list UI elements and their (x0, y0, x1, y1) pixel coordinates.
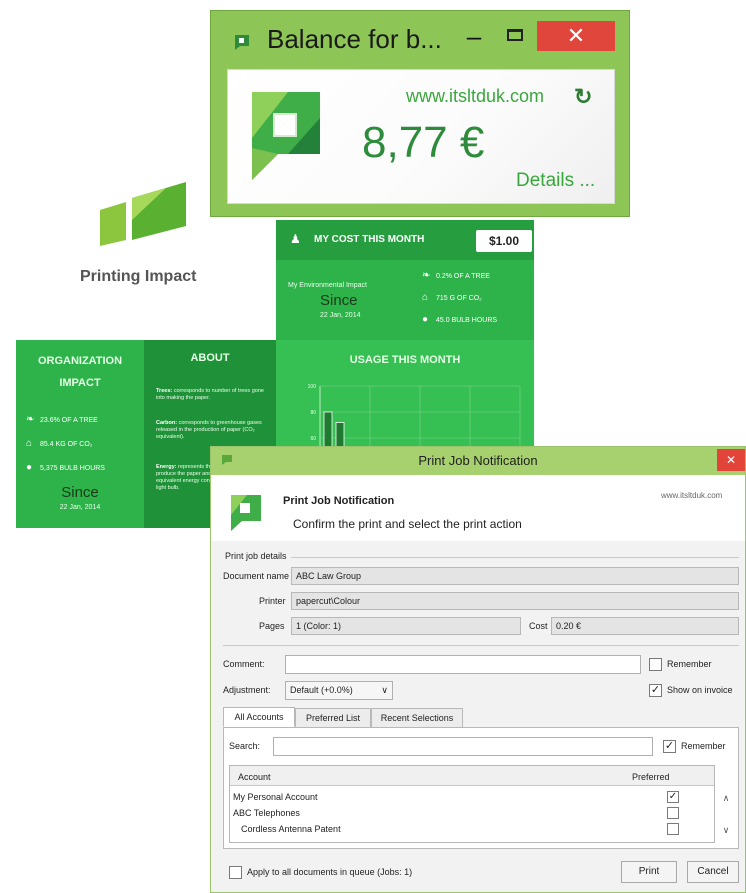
adjustment-value: Default (+0.0%) (290, 685, 353, 695)
bulb-icon: ● (422, 314, 429, 325)
comment-remember-checkbox[interactable] (649, 658, 662, 671)
org-since: Since (61, 484, 99, 501)
tab-all-accounts[interactable]: All Accounts (223, 707, 295, 727)
table-row[interactable]: Cordless Antenna Patent (241, 824, 341, 834)
print-button[interactable]: Print (621, 861, 677, 883)
printer-field: papercut\Colour (291, 592, 739, 610)
tab-recent-selections[interactable]: Recent Selections (371, 708, 463, 728)
pages-field: 1 (Color: 1) (291, 617, 521, 635)
balance-titlebar[interactable]: Balance for b... – ✕ (211, 11, 629, 69)
organization-impact-title: ORGANIZATION IMPACT (37, 355, 123, 389)
header-url[interactable]: www.itsltduk.com (661, 491, 722, 500)
printer-label: Printer (259, 596, 286, 606)
adjustment-label: Adjustment: (223, 685, 271, 695)
leaf-icon: ❧ (422, 270, 431, 281)
window-title: Balance for b... (267, 24, 442, 54)
dialog-title: Print Job Notification (418, 453, 538, 468)
column-account[interactable]: Account (238, 772, 271, 782)
y-tick-label: 60 (310, 436, 316, 442)
my-cost-panel: ♟ MY COST THIS MONTH $1.00 My Environmen… (276, 220, 534, 340)
about-carbon: Carbon: corresponds to greenhouse gases … (156, 420, 262, 440)
dialog-header: Print Job Notification Confirm the print… (211, 475, 745, 541)
balance-panel: www.itsltduk.com ↻ 8,77 € Details ... (227, 69, 615, 204)
search-remember-checkbox[interactable]: ✓ (663, 740, 676, 753)
pages-label: Pages (259, 621, 285, 631)
maximize-icon[interactable] (499, 23, 533, 49)
print-job-details-label: Print job details (225, 551, 287, 561)
scroll-down-icon[interactable]: ∨ (719, 825, 733, 835)
about-trees: Trees: corresponds to number of trees go… (156, 388, 264, 401)
y-tick-label: 100 (308, 384, 317, 390)
minimize-icon[interactable]: – (457, 23, 491, 49)
search-input[interactable] (273, 737, 653, 756)
search-label: Search: (229, 741, 261, 751)
balance-amount: 8,77 € (362, 118, 485, 167)
cancel-button[interactable]: Cancel (687, 861, 739, 883)
search-remember-label: Remember (681, 741, 726, 751)
header-title: Print Job Notification (283, 495, 395, 507)
table-header: Account Preferred (230, 766, 714, 786)
divider (223, 645, 739, 646)
table-row[interactable]: My Personal Account (233, 792, 318, 802)
comment-input[interactable] (285, 655, 641, 674)
my-cost-header: ♟ MY COST THIS MONTH $1.00 (276, 220, 534, 260)
env-since: Since (320, 292, 358, 309)
usage-title: USAGE THIS MONTH (349, 354, 461, 366)
app-logo-icon (231, 495, 261, 531)
env-impact-label: My Environmental Impact (288, 282, 367, 289)
cost-field: 0.20 € (551, 617, 739, 635)
printing-impact-logo (100, 182, 186, 246)
comment-remember-label: Remember (667, 659, 712, 669)
org-since-date: 22 Jan, 2014 (59, 504, 101, 511)
close-icon[interactable]: ✕ (717, 449, 745, 471)
user-icon: ♟ (290, 232, 301, 246)
bulb-icon: ● (26, 462, 33, 473)
document-name-field: ABC Law Group (291, 567, 739, 585)
preferred-checkbox[interactable]: ✓ (667, 791, 679, 803)
org-co2-stat: ⌂ 85.4 KG OF CO₂ (26, 438, 93, 449)
comment-label: Comment: (223, 659, 265, 669)
close-icon[interactable]: ✕ (537, 21, 615, 51)
leaf-icon: ❧ (26, 414, 35, 425)
tree-stat: ❧ 0.2% OF A TREE (422, 270, 490, 281)
preferred-checkbox[interactable] (667, 823, 679, 835)
document-name-label: Document name (223, 571, 290, 581)
chevron-down-icon: ∨ (381, 685, 388, 695)
my-cost-label: MY COST THIS MONTH (314, 234, 425, 245)
tab-preferred-list[interactable]: Preferred List (295, 708, 371, 728)
apply-all-checkbox[interactable] (229, 866, 242, 879)
app-logo-icon (252, 92, 320, 180)
adjustment-select[interactable]: Default (+0.0%) ∨ (285, 681, 393, 700)
refresh-icon[interactable]: ↻ (574, 84, 592, 110)
factory-icon: ⌂ (422, 292, 429, 303)
env-since-date: 22 Jan, 2014 (320, 312, 361, 319)
show-on-invoice-checkbox[interactable]: ✓ (649, 684, 662, 697)
details-link[interactable]: Details ... (516, 170, 595, 192)
print-job-dialog: Print Job Notification ✕ Print Job Notif… (210, 446, 746, 893)
preferred-checkbox[interactable] (667, 807, 679, 819)
section-divider (291, 557, 739, 558)
co2-stat: ⌂ 715 G OF CO₂ (422, 292, 482, 303)
scroll-up-icon[interactable]: ∧ (719, 793, 733, 803)
factory-icon: ⌂ (26, 438, 33, 449)
apply-all-label: Apply to all documents in queue (Jobs: 1… (247, 867, 413, 877)
balance-url[interactable]: www.itsltduk.com (406, 86, 544, 107)
org-bulb-stat: ● 5,375 BULB HOURS (26, 462, 105, 473)
show-on-invoice-label: Show on invoice (667, 685, 733, 695)
dialog-titlebar[interactable]: Print Job Notification ✕ (211, 447, 745, 475)
column-preferred[interactable]: Preferred (632, 772, 670, 782)
about-title: ABOUT (190, 352, 230, 364)
app-logo-icon (235, 35, 249, 50)
printing-impact-title: Printing Impact (80, 268, 197, 285)
bulb-stat: ● 45.0 BULB HOURS (422, 314, 498, 325)
cost-label: Cost (529, 621, 548, 631)
y-tick-label: 80 (310, 410, 316, 416)
my-cost-amount: $1.00 (476, 230, 532, 252)
balance-window: Balance for b... – ✕ www.itsltduk.com ↻ … (210, 10, 630, 217)
organization-impact-panel: ORGANIZATION IMPACT ❧ 23.6% OF A TREE ⌂ 85… (16, 340, 144, 528)
org-tree-stat: ❧ 23.6% OF A TREE (26, 414, 98, 425)
header-subtitle: Confirm the print and select the print a… (293, 517, 522, 531)
table-row[interactable]: ABC Telephones (233, 808, 300, 818)
